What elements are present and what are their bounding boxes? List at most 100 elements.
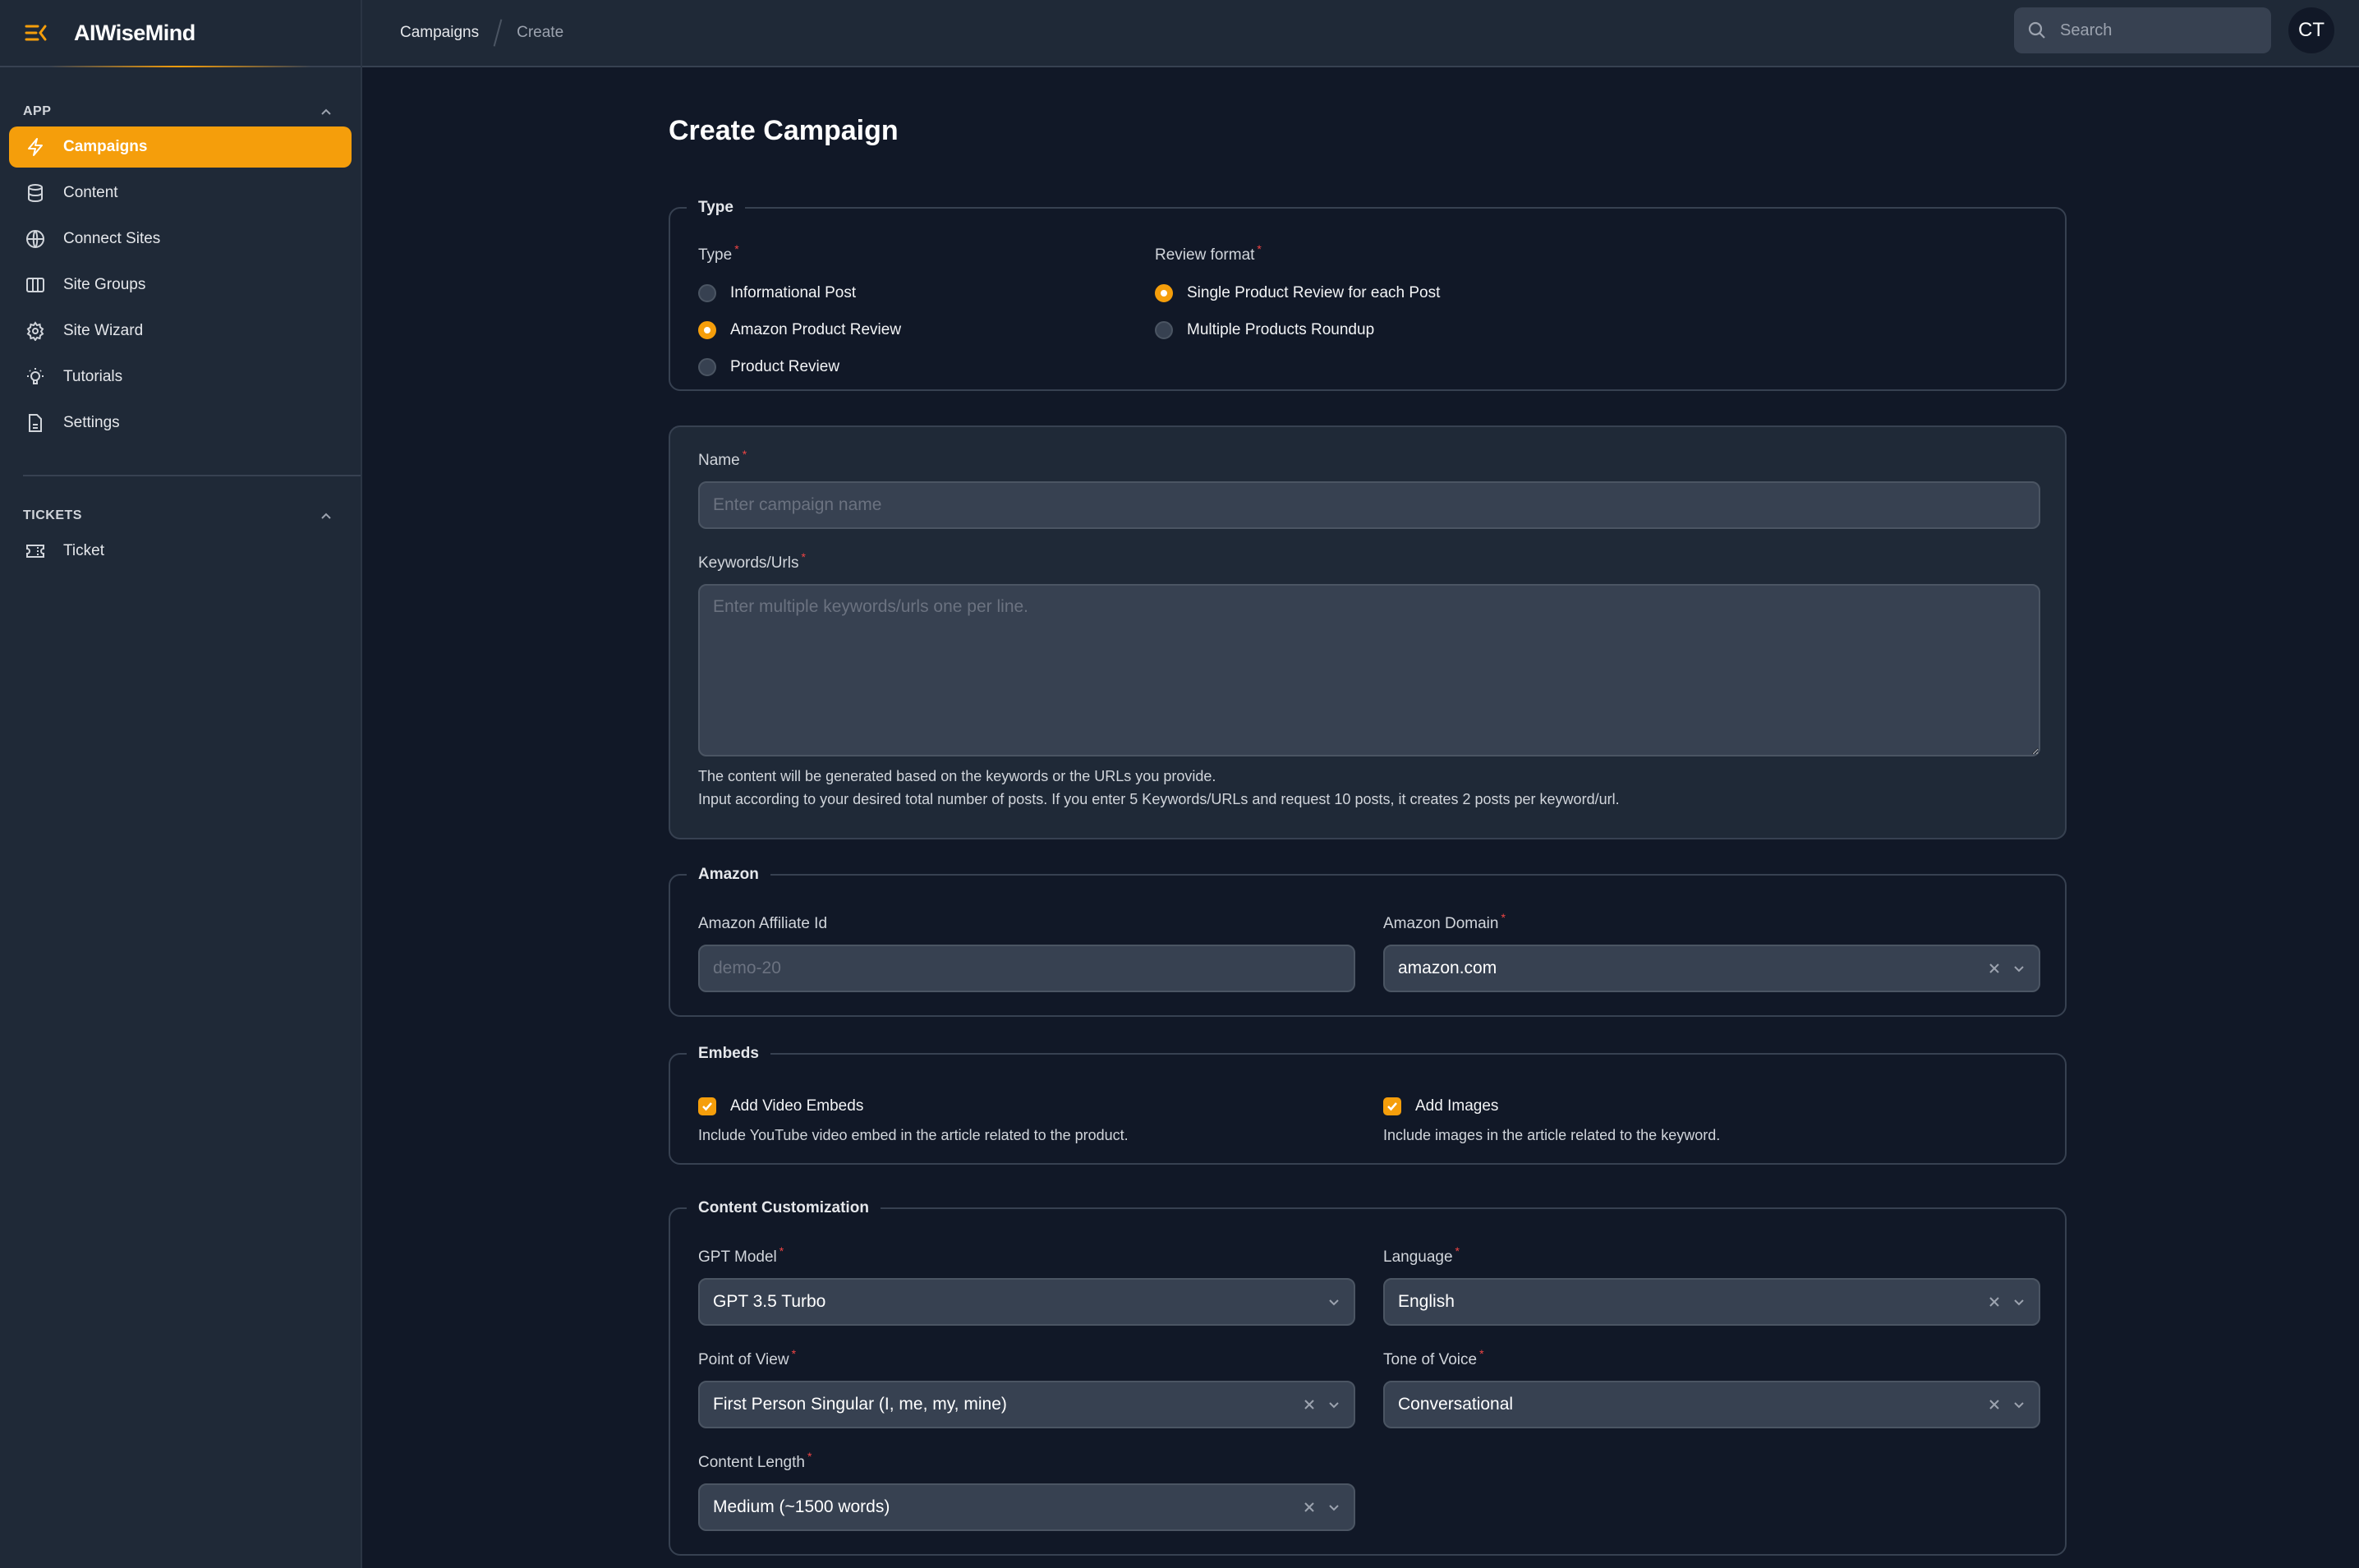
chevron-down-icon[interactable] <box>2012 962 2026 975</box>
affiliate-id-input[interactable] <box>698 945 1355 992</box>
clear-icon[interactable] <box>1988 1295 2001 1308</box>
sidebar-section-tickets[interactable]: TICKETS <box>0 501 361 531</box>
radio-button-selected[interactable] <box>1155 283 1173 302</box>
checkbox-checked[interactable] <box>1383 1097 1401 1115</box>
amazon-fieldset: Amazon Amazon Affiliate Id Amazon Domain… <box>669 866 2067 1017</box>
chevron-down-icon[interactable] <box>2012 1295 2026 1308</box>
lightbulb-icon <box>25 367 45 387</box>
sidebar-item-settings[interactable]: Settings <box>9 402 352 444</box>
radio-multiple-products-roundup[interactable]: Multiple Products Roundup <box>1155 311 1440 348</box>
video-embeds-option: Add Video Embeds Include YouTube video e… <box>698 1094 1129 1147</box>
chevron-down-icon[interactable] <box>1327 1501 1340 1514</box>
chevron-down-icon[interactable] <box>1327 1295 1340 1308</box>
campaign-details-card: Name* Keywords/Urls* The content will be… <box>669 425 2067 839</box>
type-label: Type * <box>698 242 739 264</box>
sidebar-item-label: Campaigns <box>63 138 148 155</box>
radio-button[interactable] <box>698 283 716 302</box>
radio-informational-post[interactable]: Informational Post <box>698 274 901 311</box>
check-icon <box>1387 1102 1397 1111</box>
add-images-checkbox-row[interactable]: Add Images <box>1383 1094 1720 1119</box>
sidebar-nav-tickets: Ticket <box>0 531 361 572</box>
checkbox-checked[interactable] <box>698 1097 716 1115</box>
keywords-textarea[interactable] <box>698 584 2040 756</box>
top-bar: Campaigns Create CT <box>362 0 2359 67</box>
clear-icon[interactable] <box>1988 1398 2001 1411</box>
ticket-icon <box>25 541 45 561</box>
add-images-option: Add Images Include images in the article… <box>1383 1094 1720 1147</box>
point-of-view-select[interactable]: First Person Singular (I, me, my, mine) <box>698 1381 1355 1428</box>
breadcrumb-create: Create <box>517 24 564 41</box>
select-value: English <box>1398 1292 1455 1311</box>
content-length-select[interactable]: Medium (~1500 words) <box>698 1483 1355 1531</box>
clear-icon[interactable] <box>1303 1398 1316 1411</box>
radio-amazon-product-review[interactable]: Amazon Product Review <box>698 311 901 348</box>
gpt-model-label: GPT Model * <box>698 1244 784 1266</box>
select-value: Conversational <box>1398 1395 1514 1414</box>
name-label: Name * <box>698 448 747 469</box>
type-legend: Type <box>698 199 733 216</box>
campaign-name-input[interactable] <box>698 481 2040 529</box>
sidebar-item-site-wizard[interactable]: Site Wizard <box>9 310 352 352</box>
type-group: Type * Informational Post Amazon Product … <box>698 242 901 385</box>
section-title: TICKETS <box>23 508 82 522</box>
check-icon <box>702 1102 712 1111</box>
sidebar-item-content[interactable]: Content <box>9 172 352 214</box>
select-value: First Person Singular (I, me, my, mine) <box>713 1395 1007 1414</box>
language-field: Language * English <box>1383 1244 2040 1326</box>
type-fieldset: Type Type * Informational Post Amazon Pro… <box>669 199 2067 391</box>
amazon-domain-select[interactable]: amazon.com <box>1383 945 2040 992</box>
sidebar-nav-app: Campaigns Content Connect Sites Site Gro… <box>0 126 361 444</box>
breadcrumb-campaigns[interactable]: Campaigns <box>400 24 479 42</box>
app-logo[interactable]: AIWiseMind <box>74 21 195 46</box>
sidebar-item-campaigns[interactable]: Campaigns <box>9 126 352 168</box>
radio-button-selected[interactable] <box>698 320 716 339</box>
chevron-down-icon[interactable] <box>1327 1398 1340 1411</box>
columns-icon <box>25 275 45 295</box>
review-format-label: Review format * <box>1155 242 1262 264</box>
video-embeds-checkbox-row[interactable]: Add Video Embeds <box>698 1094 1129 1119</box>
content-length-label: Content Length * <box>698 1450 812 1471</box>
affiliate-id-label: Amazon Affiliate Id <box>698 915 828 932</box>
collapse-menu-icon[interactable] <box>25 23 48 43</box>
search-input[interactable] <box>2060 21 2257 40</box>
document-icon <box>25 413 45 433</box>
gear-icon <box>25 321 45 341</box>
chevron-up-icon[interactable] <box>320 107 333 117</box>
page-title: Create Campaign <box>669 115 899 146</box>
tone-of-voice-select[interactable]: Conversational <box>1383 1381 2040 1428</box>
database-icon <box>25 183 45 203</box>
tone-of-voice-label: Tone of Voice * <box>1383 1347 1484 1368</box>
amazon-domain-label: Amazon Domain * <box>1383 911 1506 932</box>
radio-single-product-review[interactable]: Single Product Review for each Post <box>1155 274 1440 311</box>
chevron-down-icon[interactable] <box>2012 1398 2026 1411</box>
chevron-up-icon[interactable] <box>320 511 333 521</box>
sidebar-item-tutorials[interactable]: Tutorials <box>9 356 352 398</box>
radio-button[interactable] <box>698 357 716 376</box>
sidebar-item-label: Tutorials <box>63 368 123 385</box>
avatar[interactable]: CT <box>2288 7 2334 53</box>
radio-button[interactable] <box>1155 320 1173 339</box>
keywords-help-2: Input according to your desired total nu… <box>698 791 1620 807</box>
review-format-group: Review format * Single Product Review for… <box>1155 242 1440 348</box>
sidebar-item-label: Ticket <box>63 542 104 559</box>
section-title: APP <box>23 104 52 118</box>
affiliate-id-field: Amazon Affiliate Id <box>698 915 1355 992</box>
sidebar-divider <box>23 475 361 476</box>
keywords-label: Keywords/Urls * <box>698 550 806 572</box>
embeds-legend: Embeds <box>698 1045 759 1062</box>
sidebar-item-connect-sites[interactable]: Connect Sites <box>9 218 352 260</box>
sidebar-item-site-groups[interactable]: Site Groups <box>9 264 352 306</box>
clear-icon[interactable] <box>1303 1501 1316 1514</box>
radio-product-review[interactable]: Product Review <box>698 348 901 385</box>
search-box[interactable] <box>2014 7 2271 53</box>
keywords-field: Keywords/Urls* The content will be gener… <box>698 550 2040 811</box>
main-content: Create Campaign Type Type * Informational… <box>669 67 2067 1556</box>
sidebar-item-ticket[interactable]: Ticket <box>9 531 352 572</box>
gpt-model-select[interactable]: GPT 3.5 Turbo <box>698 1278 1355 1326</box>
sidebar-section-app[interactable]: APP <box>0 97 361 126</box>
clear-icon[interactable] <box>1988 962 2001 975</box>
language-select[interactable]: English <box>1383 1278 2040 1326</box>
breadcrumb: Campaigns Create <box>362 19 563 47</box>
gpt-model-field: GPT Model * GPT 3.5 Turbo <box>698 1244 1355 1326</box>
customization-legend: Content Customization <box>698 1199 869 1216</box>
